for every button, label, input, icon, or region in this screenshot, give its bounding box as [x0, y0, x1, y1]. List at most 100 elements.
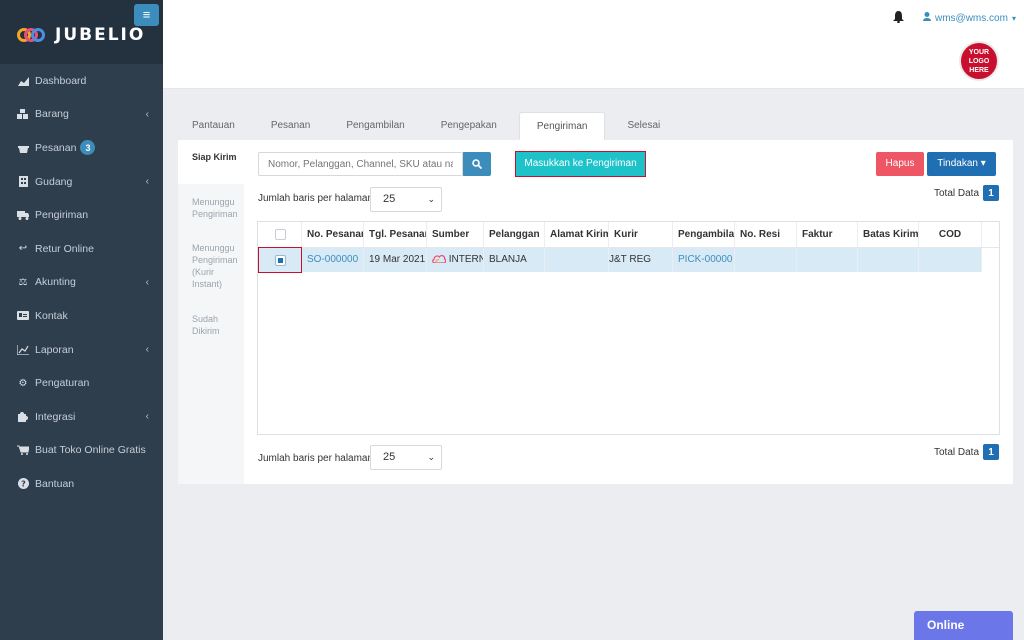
basket-icon: [17, 142, 29, 154]
hamburger-icon[interactable]: ≡: [134, 4, 159, 26]
sidebar: JUBELIO ≡ Dashboard Barang ‹ Pesanan 3 G…: [0, 0, 163, 640]
subtab-menunggu-pengiriman[interactable]: Menunggu Pengiriman: [178, 184, 244, 230]
cart-icon: [17, 444, 29, 456]
search-input[interactable]: [258, 152, 463, 176]
sidebar-item-label: Pengiriman: [35, 209, 89, 222]
column-header[interactable]: Faktur: [797, 222, 858, 247]
svg-text:?: ?: [21, 480, 26, 489]
row-checkbox-highlight: [258, 247, 302, 273]
cogs-icon: ⚙: [18, 377, 28, 389]
sidebar-item-bantuan[interactable]: ? Bantuan: [0, 467, 163, 501]
hapus-button[interactable]: Hapus: [876, 152, 924, 176]
balance-scale-icon: ⚖: [18, 276, 28, 288]
sidebar-item-label: Gudang: [35, 175, 73, 188]
grid-header: No. Pesanan Tgl. Pesanan Sumber Pelangga…: [258, 222, 999, 248]
logo-area: JUBELIO ≡: [0, 0, 163, 64]
tab-pengiriman[interactable]: Pengiriman: [518, 112, 606, 140]
rows-per-page-select-bottom[interactable]: 25 ⌄: [370, 445, 442, 470]
top-header: wms@wms.com ▾ YOUR LOGO HERE: [163, 0, 1024, 89]
sidebar-item-label: Pesanan: [35, 141, 77, 154]
sidebar-item-gudang[interactable]: Gudang ‹: [0, 165, 163, 199]
column-header[interactable]: Batas Kirim: [858, 222, 919, 247]
rows-per-page-label: Jumlah baris per halaman: [258, 193, 374, 204]
sidebar-item-label: Buat Toko Online Gratis: [35, 444, 146, 457]
bell-icon[interactable]: [893, 11, 904, 26]
sidebar-item-pengaturan[interactable]: ⚙ Pengaturan: [0, 366, 163, 400]
chart-area-icon: [17, 75, 29, 87]
column-header[interactable]: No. Pesanan: [302, 222, 364, 247]
pick-number-link[interactable]: PICK-00000: [673, 248, 735, 272]
sidebar-item-label: Bantuan: [35, 477, 75, 490]
sidebar-item-label: Dashboard: [35, 74, 87, 87]
rows-per-page-label-bottom: Jumlah baris per halaman: [258, 453, 374, 464]
online-chat-button[interactable]: Online: [914, 611, 1013, 640]
orders-grid: No. Pesanan Tgl. Pesanan Sumber Pelangga…: [257, 221, 1000, 435]
sidebar-item-label: Akunting: [35, 276, 76, 289]
sidebar-item-kontak[interactable]: Kontak: [0, 299, 163, 333]
total-data-count: 1: [983, 444, 1000, 460]
sidebar-item-label: Retur Online: [35, 242, 94, 255]
column-header[interactable]: Sumber: [427, 222, 484, 247]
sidebar-item-pesanan[interactable]: Pesanan 3: [0, 131, 163, 165]
sidebar-item-laporan[interactable]: Laporan ‹: [0, 333, 163, 367]
sidebar-item-label: Barang: [35, 108, 69, 121]
masukkan-ke-pengiriman-button[interactable]: Masukkan ke Pengiriman: [515, 151, 646, 177]
sidebar-item-akunting[interactable]: ⚖ Akunting ‹: [0, 266, 163, 300]
order-count-badge: 3: [80, 140, 96, 156]
subtab-menunggu-pengiriman-instant[interactable]: Menunggu Pengiriman (Kurir Instant): [178, 230, 244, 301]
sidebar-item-dashboard[interactable]: Dashboard: [0, 64, 163, 98]
column-header[interactable]: Tgl. Pesanan: [364, 222, 427, 247]
sidebar-item-integrasi[interactable]: Integrasi ‹: [0, 400, 163, 434]
content-panel: Masukkan ke Pengiriman Hapus Tindakan ▾ …: [244, 140, 1013, 484]
building-icon: [17, 176, 29, 188]
chevron-left-icon: ‹: [145, 343, 149, 355]
fulfillment-tabs: Pantauan Pesanan Pengambilan Pengepakan …: [178, 112, 682, 140]
sidebar-item-buat-toko[interactable]: Buat Toko Online Gratis: [0, 434, 163, 468]
order-number-link[interactable]: SO-000000: [302, 248, 364, 272]
search-button[interactable]: [463, 152, 491, 176]
question-icon: ?: [17, 478, 29, 490]
tab-pengepakan[interactable]: Pengepakan: [427, 112, 511, 140]
sidebar-item-retur-online[interactable]: ↩ Retur Online: [0, 232, 163, 266]
tracking-number-cell: [735, 248, 797, 272]
subtab-sudah-dikirim[interactable]: Sudah Dikirim: [178, 301, 244, 347]
table-row[interactable]: SO-000000 19 Mar 2021 INTERNAL BLANJA J&…: [258, 247, 982, 273]
brand-name: JUBELIO: [55, 25, 146, 45]
ship-deadline-cell: [858, 248, 919, 272]
column-header[interactable]: Pelanggan: [484, 222, 545, 247]
brand-logo[interactable]: JUBELIO: [17, 24, 145, 46]
invoice-cell: [797, 248, 858, 272]
tab-pantauan[interactable]: Pantauan: [178, 112, 249, 140]
column-header[interactable]: COD: [919, 222, 982, 247]
user-menu[interactable]: wms@wms.com ▾: [923, 12, 1016, 24]
chevron-down-icon: ⌄: [427, 452, 435, 462]
tab-selesai[interactable]: Selesai: [613, 112, 674, 140]
subtab-siap-kirim[interactable]: Siap Kirim: [178, 140, 244, 184]
column-header[interactable]: No. Resi: [735, 222, 797, 247]
sidebar-item-label: Integrasi: [35, 410, 76, 423]
total-data-count: 1: [983, 185, 1000, 201]
search-icon: [472, 159, 482, 169]
source-cell: INTERNAL: [427, 248, 484, 272]
cod-cell: [919, 248, 982, 272]
caret-down-icon: ▾: [1011, 13, 1016, 23]
sidebar-item-barang[interactable]: Barang ‹: [0, 98, 163, 132]
chevron-down-icon: ⌄: [427, 194, 435, 204]
caret-down-icon: ▾: [980, 158, 986, 169]
rows-per-page-select[interactable]: 25 ⌄: [370, 187, 442, 212]
user-email: wms@wms.com: [935, 12, 1008, 24]
tab-pesanan[interactable]: Pesanan: [257, 112, 324, 140]
tindakan-dropdown[interactable]: Tindakan ▾: [927, 152, 996, 176]
sidebar-nav: Dashboard Barang ‹ Pesanan 3 Gudang ‹ Pe…: [0, 64, 163, 501]
cubes-icon: [17, 108, 29, 120]
sidebar-item-pengiriman[interactable]: Pengiriman: [0, 198, 163, 232]
column-header[interactable]: Kurir: [609, 222, 673, 247]
sidebar-item-label: Kontak: [35, 309, 68, 322]
shipping-address-cell: [545, 248, 609, 272]
tab-pengambilan[interactable]: Pengambilan: [332, 112, 418, 140]
select-all-checkbox[interactable]: [275, 229, 286, 240]
sidebar-item-label: Laporan: [35, 343, 74, 356]
select-all-cell: [258, 222, 302, 247]
column-header[interactable]: Alamat Kirim: [545, 222, 609, 247]
column-header[interactable]: Pengambilan: [673, 222, 735, 247]
